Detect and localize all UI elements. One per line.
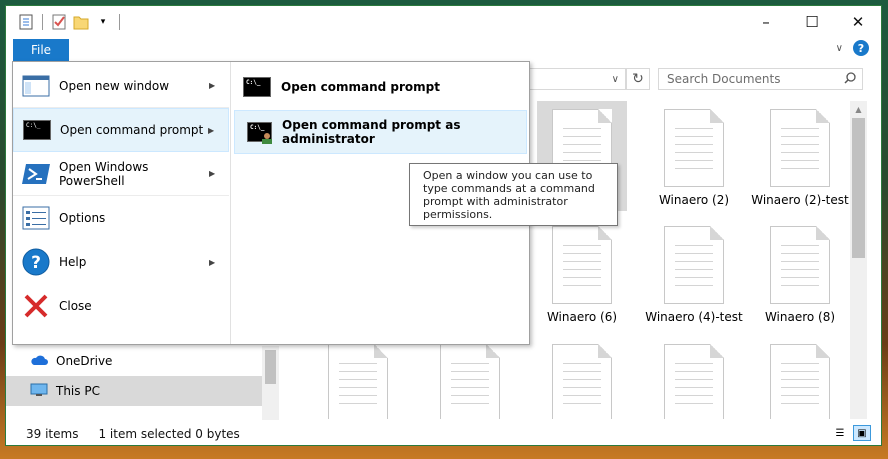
file-item[interactable] <box>414 344 526 419</box>
submenu-open-command-prompt[interactable]: Open command prompt <box>231 65 530 109</box>
expand-ribbon-icon[interactable]: ∨ <box>836 43 843 54</box>
search-placeholder: Search Documents <box>667 72 781 86</box>
submenu-item-label: Open command prompt <box>281 80 441 94</box>
status-bar: 39 items 1 item selected 0 bytes <box>6 421 881 447</box>
title-bar: ▾ – ☐ ✕ <box>6 6 881 38</box>
file-name: Winaero (4)-test <box>645 310 743 324</box>
ribbon-right-controls: ∨ ? <box>836 40 869 56</box>
menu-item-open-powershell[interactable]: Open Windows PowerShell ▶ <box>13 152 229 196</box>
svg-text:?: ? <box>31 253 41 273</box>
powershell-icon <box>13 162 59 186</box>
help-icon: ? <box>13 247 59 277</box>
menu-item-label: Close <box>59 299 92 313</box>
cmd-icon-wrap <box>14 120 60 140</box>
tooltip: Open a window you can use to type comman… <box>409 163 618 226</box>
search-icon <box>844 71 856 87</box>
details-view-icon[interactable]: ☰ <box>831 425 849 441</box>
ribbon-tabs: File ∨ ? <box>6 38 881 62</box>
file-name: Winaero (2) <box>658 193 730 207</box>
window-controls: – ☐ ✕ <box>743 6 881 38</box>
document-icon <box>664 344 724 419</box>
cmd-icon <box>243 77 271 97</box>
refresh-button[interactable]: ↻ <box>626 68 650 90</box>
close-window-button[interactable]: ✕ <box>835 6 881 38</box>
help-icon[interactable]: ? <box>853 40 869 56</box>
file-item[interactable]: Winaero (8) <box>744 226 856 324</box>
scroll-thumb[interactable] <box>852 118 865 258</box>
menu-item-label: Options <box>59 211 106 225</box>
large-icons-view-icon[interactable]: ▣ <box>853 425 871 441</box>
quick-access-toolbar: ▾ <box>18 13 122 31</box>
menu-item-options[interactable]: Options <box>13 196 229 240</box>
toolbar-divider <box>42 14 43 30</box>
computer-icon <box>30 383 48 400</box>
menu-item-close[interactable]: Close <box>13 284 229 328</box>
navigation-pane: OneDrive This PC <box>6 346 279 420</box>
menu-item-label: Open Windows PowerShell <box>59 159 149 188</box>
document-icon <box>328 344 388 419</box>
menu-item-open-command-prompt[interactable]: Open command prompt ▶ <box>13 108 229 152</box>
document-icon <box>770 344 830 419</box>
file-item[interactable] <box>302 344 414 419</box>
file-name: Winaero (2)-test <box>751 193 849 207</box>
document-icon <box>664 109 724 187</box>
file-item[interactable]: Winaero (4)-test <box>638 226 750 324</box>
minimize-button[interactable]: – <box>743 6 789 38</box>
file-name: Winaero (8) <box>764 310 836 324</box>
folder-icon[interactable] <box>73 13 89 31</box>
document-icon <box>552 226 612 304</box>
file-item[interactable] <box>526 344 638 419</box>
menu-item-open-new-window[interactable]: Open new window ▶ <box>13 64 229 108</box>
submenu-arrow-icon: ▶ <box>209 169 216 178</box>
search-input[interactable]: Search Documents <box>658 68 863 90</box>
file-item[interactable]: Winaero (2) <box>638 109 750 207</box>
cloud-icon <box>30 354 48 369</box>
item-count: 39 items <box>26 427 79 441</box>
nav-item-label: This PC <box>56 384 100 398</box>
scroll-up-icon[interactable]: ▲ <box>850 101 867 118</box>
nav-item-onedrive[interactable]: OneDrive <box>6 346 279 376</box>
menu-item-label: Open new window <box>59 78 170 93</box>
view-switcher: ☰ ▣ <box>831 425 871 441</box>
tab-file[interactable]: File <box>13 39 69 61</box>
new-window-icon <box>13 75 59 97</box>
nav-scroll-thumb[interactable] <box>265 350 276 384</box>
close-icon <box>13 293 59 319</box>
file-item[interactable]: Winaero (2)-test <box>744 109 856 207</box>
checklist-icon[interactable] <box>51 13 67 31</box>
toolbar-divider <box>119 14 120 30</box>
submenu-arrow-icon: ▶ <box>208 125 215 135</box>
content-scrollbar[interactable]: ▲ <box>850 101 867 419</box>
file-item[interactable]: Winaero (6) <box>526 226 638 324</box>
nav-item-label: OneDrive <box>56 354 113 368</box>
submenu-item-label: Open command prompt as administrator <box>282 118 461 146</box>
menu-item-help[interactable]: ? Help ▶ <box>13 240 229 284</box>
maximize-button[interactable]: ☐ <box>789 6 835 38</box>
nav-scrollbar[interactable] <box>262 346 279 420</box>
options-icon <box>13 206 59 230</box>
selection-info: 1 item selected 0 bytes <box>98 427 240 441</box>
document-icon <box>664 226 724 304</box>
nav-item-this-pc[interactable]: This PC <box>6 376 279 406</box>
admin-cmd-icon <box>247 122 273 144</box>
document-icon <box>440 344 500 419</box>
cmd-icon <box>23 120 51 140</box>
file-name: Winaero (6) <box>546 310 618 324</box>
file-item[interactable] <box>638 344 750 419</box>
file-menu-items: Open new window ▶ Open command prompt ▶ … <box>13 62 230 344</box>
address-dropdown[interactable]: ∨ <box>526 68 626 90</box>
submenu-arrow-icon: ▶ <box>209 81 216 90</box>
document-icon <box>552 344 612 419</box>
submenu-arrow-icon: ▶ <box>209 257 216 267</box>
customize-toolbar-icon[interactable]: ▾ <box>95 13 111 31</box>
menu-item-label: Open command prompt <box>60 123 204 137</box>
properties-icon[interactable] <box>18 13 34 31</box>
document-icon <box>770 109 830 187</box>
document-icon <box>770 226 830 304</box>
submenu-open-command-prompt-admin[interactable]: Open command prompt as administrator <box>234 110 527 154</box>
file-item[interactable] <box>744 344 856 419</box>
menu-item-label: Help <box>59 255 87 269</box>
